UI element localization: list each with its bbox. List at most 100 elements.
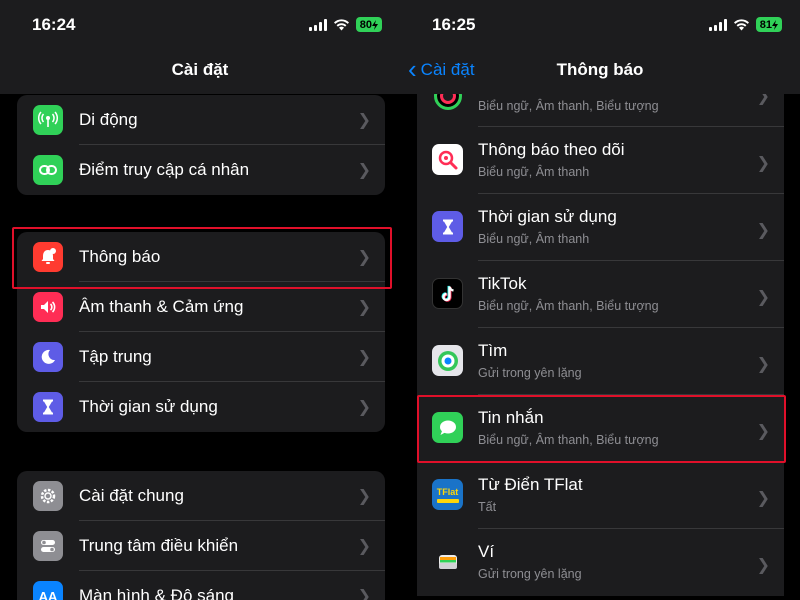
settings-item-label: Thông báo xyxy=(79,247,161,266)
cellular-signal-icon xyxy=(308,18,327,31)
settings-item-notifications[interactable]: Thông báo ❯ xyxy=(17,232,385,282)
page-title: Thông báo xyxy=(556,60,644,79)
settings-group-general: Cài đặt chung ❯ Trung tâm điều khiển ❯ A… xyxy=(17,471,385,600)
toggles-icon xyxy=(33,531,63,561)
chevron-right-icon: ❯ xyxy=(756,289,770,306)
settings-item-label: Màn hình & Độ sáng xyxy=(79,586,234,600)
app-row-title: Tin nhắn xyxy=(478,408,544,427)
antenna-icon xyxy=(33,105,63,135)
settings-item-label: Tập trung xyxy=(79,347,152,366)
chevron-right-icon: ❯ xyxy=(357,538,371,555)
chevron-right-icon: ❯ xyxy=(357,488,371,505)
app-row-subtitle: Gửi trong yên lặng xyxy=(478,567,582,581)
app-row-subtitle: Tất xyxy=(478,500,497,514)
app-row-tracking[interactable]: Thông báo theo dõi Biểu ngữ, Âm thanh ❯ xyxy=(417,127,784,194)
app-row-title: Ví xyxy=(478,542,495,561)
charging-bolt-icon xyxy=(372,19,378,30)
hotspot-icon xyxy=(33,155,63,185)
activity-rings-icon xyxy=(434,94,462,110)
settings-item-label: Trung tâm điều khiển xyxy=(79,536,239,555)
settings-item-label: Cài đặt chung xyxy=(79,486,184,505)
app-row-title: TikTok xyxy=(478,274,527,293)
settings-item-control-center[interactable]: Trung tâm điều khiển ❯ xyxy=(17,521,385,571)
settings-item-cellular[interactable]: Di động ❯ xyxy=(17,95,385,145)
app-row-subtitle: Biểu ngữ, Âm thanh, Biểu tượng xyxy=(478,433,659,447)
app-row-find-my[interactable]: Tìm Gửi trong yên lặng ❯ xyxy=(417,328,784,395)
battery-indicator: 81 xyxy=(755,17,782,32)
chevron-right-icon: ❯ xyxy=(357,299,371,316)
app-row-screen-time[interactable]: Thời gian sử dụng Biểu ngữ, Âm thanh ❯ xyxy=(417,194,784,261)
settings-group-notifications: Thông báo ❯ Âm thanh & Cảm ứng ❯ Tập tru… xyxy=(17,232,385,432)
bell-icon xyxy=(33,242,63,272)
chevron-right-icon: ❯ xyxy=(756,222,770,239)
navigation-bar: 16:24 80 Cài đặt xyxy=(0,0,400,94)
app-row-wallet[interactable]: Ví Gửi trong yên lặng ❯ xyxy=(417,529,784,596)
settings-item-general[interactable]: Cài đặt chung ❯ xyxy=(17,471,385,521)
app-row-subtitle: Biểu ngữ, Âm thanh, Biểu tượng xyxy=(478,299,659,313)
app-row-messages[interactable]: Tin nhắn Biểu ngữ, Âm thanh, Biểu tượng … xyxy=(417,395,784,462)
status-time: 16:25 xyxy=(432,15,476,34)
app-row-tflat[interactable]: TFlat Từ Điển TFlat Tất ❯ xyxy=(417,462,784,529)
chevron-right-icon: ❯ xyxy=(756,155,770,172)
battery-level: 81 xyxy=(759,18,772,31)
wifi-icon xyxy=(733,19,749,31)
text-size-icon: AA xyxy=(33,581,63,600)
status-time: 16:24 xyxy=(32,15,76,34)
app-row-subtitle: Gửi trong yên lặng xyxy=(478,366,582,380)
speaker-icon xyxy=(33,292,63,322)
settings-item-label: Âm thanh & Cảm ứng xyxy=(79,297,244,316)
messages-icon xyxy=(432,412,463,443)
settings-item-label: Điểm truy cập cá nhân xyxy=(79,160,250,179)
settings-item-hotspot[interactable]: Điểm truy cập cá nhân ❯ xyxy=(17,145,385,195)
app-row-subtitle: Biểu ngữ, Âm thanh xyxy=(478,232,590,246)
app-row-title: Tìm xyxy=(478,341,508,360)
app-row-subtitle: Biểu ngữ, Âm thanh, Biểu tượng xyxy=(478,99,659,113)
chevron-right-icon: ❯ xyxy=(756,557,770,574)
tiktok-icon xyxy=(432,278,463,309)
settings-screen: 16:24 80 Cài đặt Di động ❯ Điểm truy cập… xyxy=(0,0,400,600)
navigation-bar: 16:25 81 ‹ Cài đặt Thông báo xyxy=(400,0,800,94)
chevron-right-icon: ❯ xyxy=(357,349,371,366)
gear-icon xyxy=(33,481,63,511)
settings-item-display[interactable]: AA Màn hình & Độ sáng ❯ xyxy=(17,571,385,600)
settings-item-screen-time[interactable]: Thời gian sử dụng ❯ xyxy=(17,382,385,432)
battery-level: 80 xyxy=(359,18,372,31)
app-row-title: Thông báo theo dõi xyxy=(478,140,625,159)
app-row-tiktok[interactable]: TikTok Biểu ngữ, Âm thanh, Biểu tượng ❯ xyxy=(417,261,784,328)
notifications-screen: 16:25 81 ‹ Cài đặt Thông báo Biểu ngữ, Â… xyxy=(400,0,800,600)
app-row-title: Thời gian sử dụng xyxy=(478,207,617,226)
cellular-signal-icon xyxy=(708,18,727,31)
hourglass-icon xyxy=(33,392,63,422)
tflat-icon: TFlat xyxy=(432,479,463,510)
status-icons: 81 xyxy=(708,17,782,32)
chevron-right-icon: ❯ xyxy=(756,94,770,105)
chevron-right-icon: ❯ xyxy=(756,423,770,440)
chevron-right-icon: ❯ xyxy=(357,162,371,179)
settings-group-connectivity: Di động ❯ Điểm truy cập cá nhân ❯ xyxy=(17,95,385,195)
charging-bolt-icon xyxy=(772,19,778,30)
app-row-subtitle: Biểu ngữ, Âm thanh xyxy=(478,165,590,179)
tflat-logo-bar xyxy=(436,498,459,503)
chevron-right-icon: ❯ xyxy=(357,399,371,416)
notification-app-list: Biểu ngữ, Âm thanh, Biểu tượng ❯ Thông b… xyxy=(417,94,784,596)
find-my-icon xyxy=(432,345,463,376)
tracking-icon xyxy=(432,144,463,175)
page-title: Cài đặt xyxy=(171,60,229,79)
hourglass-icon xyxy=(432,211,463,242)
tflat-logo-text: TFlat xyxy=(436,486,459,497)
settings-item-label: Thời gian sử dụng xyxy=(79,397,218,416)
wifi-icon xyxy=(333,19,349,31)
settings-item-sounds[interactable]: Âm thanh & Cảm ứng ❯ xyxy=(17,282,385,332)
app-row-partial[interactable]: Biểu ngữ, Âm thanh, Biểu tượng ❯ xyxy=(417,94,784,127)
chevron-right-icon: ❯ xyxy=(756,356,770,373)
battery-indicator: 80 xyxy=(355,17,382,32)
settings-item-label: Di động xyxy=(79,110,138,129)
chevron-right-icon: ❯ xyxy=(357,112,371,129)
chevron-right-icon: ❯ xyxy=(756,490,770,507)
wallet-icon xyxy=(432,546,463,577)
moon-icon xyxy=(33,342,63,372)
chevron-right-icon: ❯ xyxy=(357,588,371,600)
settings-item-focus[interactable]: Tập trung ❯ xyxy=(17,332,385,382)
app-row-title: Từ Điển TFlat xyxy=(478,475,583,494)
status-icons: 80 xyxy=(308,17,382,32)
